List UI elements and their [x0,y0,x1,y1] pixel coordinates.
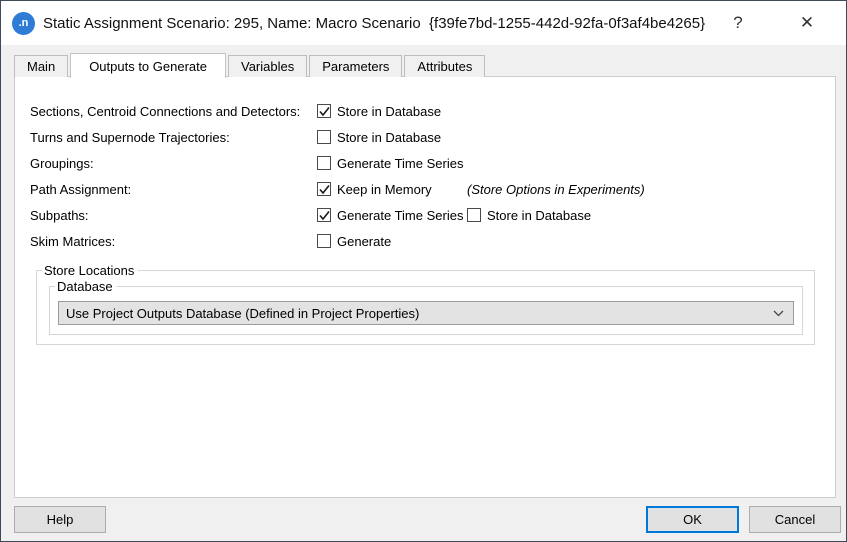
outputs-panel: Sections, Centroid Connections and Detec… [14,76,836,498]
store-locations-group: Store Locations Database Use Project Out… [36,263,815,345]
row-label: Subpaths: [30,207,89,223]
close-icon[interactable]: ✕ [792,9,822,37]
dialog-title: Static Assignment Scenario: 295, Name: M… [43,14,706,32]
row-groupings: Groupings: Generate Time Series [30,150,835,176]
tab-variables[interactable]: Variables [227,55,308,77]
checkbox-icon[interactable] [317,156,331,170]
checkbox-label: Keep in Memory [337,181,432,197]
app-logo-icon: .n [12,11,35,35]
tab-attributes[interactable]: Attributes [404,55,486,77]
row-label: Turns and Supernode Trajectories: [30,129,230,145]
chevron-down-icon[interactable] [763,310,793,317]
tab-bar: Main Outputs to Generate Variables Param… [14,52,487,78]
checkbox-icon[interactable] [317,182,331,196]
checkbox-icon[interactable] [317,234,331,248]
checkbox-generate-time-series-groupings[interactable]: Generate Time Series [317,156,463,171]
row-turns: Turns and Supernode Trajectories: Store … [30,124,835,150]
checkbox-keep-in-memory[interactable]: Keep in Memory [317,182,467,197]
cancel-button[interactable]: Cancel [749,506,841,533]
output-option-rows: Sections, Centroid Connections and Detec… [15,77,835,254]
checkbox-label: Store in Database [337,129,442,145]
checkbox-label: Generate Time Series [337,207,464,223]
checkmark-icon [318,106,330,116]
row-label: Groupings: [30,155,94,171]
row-sections: Sections, Centroid Connections and Detec… [30,98,835,124]
checkbox-label: Generate [337,233,392,249]
tab-parameters[interactable]: Parameters [309,55,403,77]
tab-main[interactable]: Main [14,55,69,77]
checkmark-icon [318,184,330,194]
checkmark-icon [318,210,330,220]
path-assignment-note: (Store Options in Experiments) [467,181,645,197]
database-select-value: Use Project Outputs Database (Defined in… [66,305,420,321]
row-label: Path Assignment: [30,181,132,197]
checkbox-icon[interactable] [467,208,481,222]
scenario-dialog: .n Static Assignment Scenario: 295, Name… [0,0,847,542]
database-label: Database [57,279,113,294]
row-label: Sections, Centroid Connections and Detec… [30,103,301,119]
row-label: Skim Matrices: [30,233,116,249]
checkbox-label: Generate Time Series [337,155,464,171]
checkbox-store-in-database-sections[interactable]: Store in Database [317,104,441,119]
checkbox-generate-skim[interactable]: Generate [317,234,391,249]
checkbox-label: Store in Database [337,103,442,119]
database-select[interactable]: Use Project Outputs Database (Defined in… [58,301,794,325]
checkbox-store-in-database-subpaths[interactable]: Store in Database [467,208,591,223]
checkbox-store-in-database-turns[interactable]: Store in Database [317,130,441,145]
checkbox-icon[interactable] [317,130,331,144]
titlebar-help-button[interactable]: ? [723,9,753,37]
checkbox-icon[interactable] [317,208,331,222]
row-skim-matrices: Skim Matrices: Generate [30,228,835,254]
ok-button[interactable]: OK [646,506,739,533]
checkbox-generate-time-series-subpaths[interactable]: Generate Time Series [317,208,467,223]
help-button[interactable]: Help [14,506,106,533]
checkbox-label: Store in Database [487,207,592,223]
row-path-assignment: Path Assignment: Keep in Memory (Store O… [30,176,835,202]
row-subpaths: Subpaths: Generate Time Series Store in … [30,202,835,228]
database-group: Database Use Project Outputs Database (D… [49,279,803,335]
store-locations-label: Store Locations [44,263,135,278]
tab-outputs-to-generate[interactable]: Outputs to Generate [70,53,226,78]
checkbox-icon[interactable] [317,104,331,118]
title-bar: .n Static Assignment Scenario: 295, Name… [1,1,846,45]
